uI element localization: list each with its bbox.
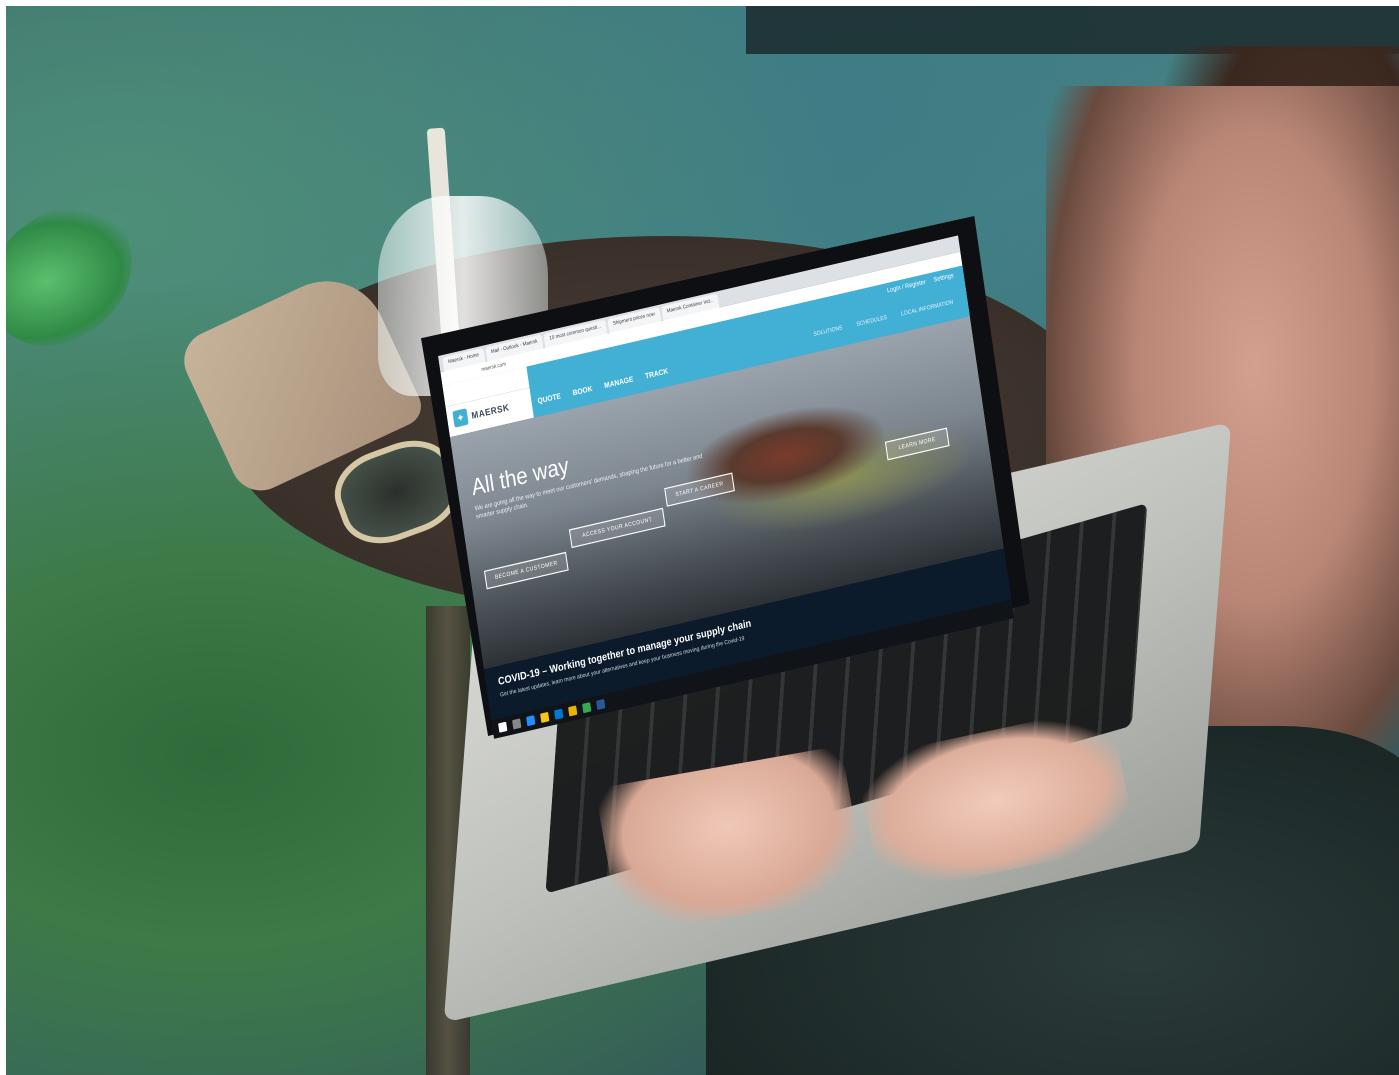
- outlook-icon[interactable]: [554, 708, 564, 720]
- edge-icon[interactable]: [526, 715, 536, 727]
- plant-leaf: [6, 191, 153, 361]
- become-customer-button[interactable]: BECOME A CUSTOMER: [483, 551, 569, 590]
- address-text: maersk.com: [480, 360, 507, 373]
- start-career-button[interactable]: START A CAREER: [664, 472, 735, 507]
- photo-scene: hp Maersk - Home Mail - Outlook - Maersk…: [6, 6, 1399, 1075]
- maersk-star-icon[interactable]: ✦: [452, 408, 469, 428]
- windows-start-icon[interactable]: [498, 721, 508, 733]
- word-icon[interactable]: [596, 698, 606, 711]
- site-logo[interactable]: MAERSK: [471, 402, 510, 421]
- search-icon[interactable]: [512, 718, 522, 730]
- learn-more-button[interactable]: LEARN MORE: [884, 427, 950, 461]
- file-explorer-icon[interactable]: [540, 711, 550, 724]
- app-icon[interactable]: [568, 705, 578, 717]
- chrome-icon[interactable]: [582, 702, 592, 714]
- access-account-button[interactable]: ACCESS YOUR ACCOUNT: [568, 507, 666, 549]
